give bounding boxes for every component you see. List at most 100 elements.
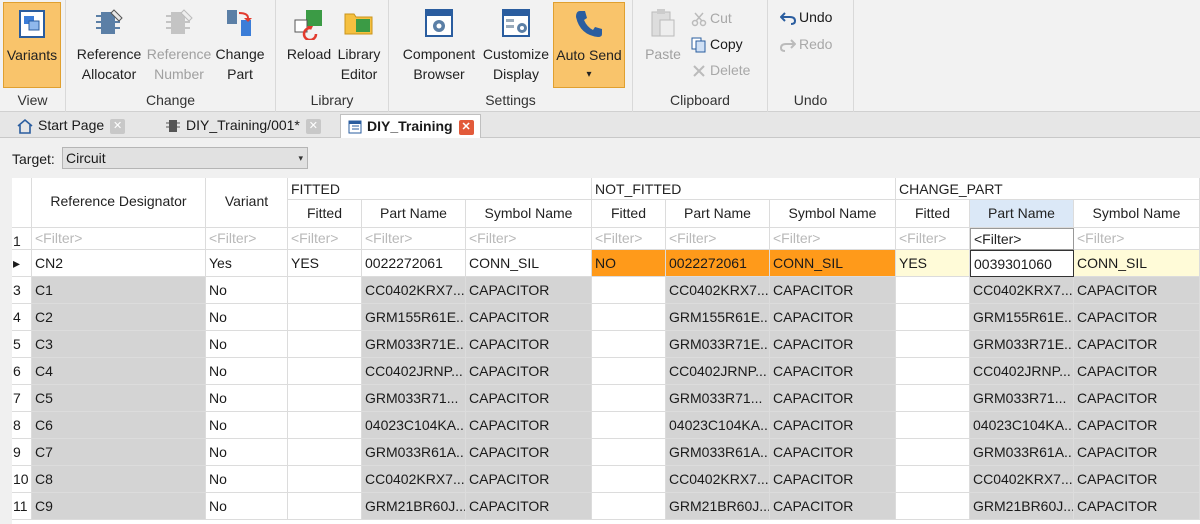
grid-cell[interactable]: CC0402JRNP... <box>666 358 770 385</box>
grid-cell[interactable]: YES <box>896 250 970 277</box>
grid-cell[interactable]: CAPACITOR <box>770 493 896 520</box>
grid-cell[interactable] <box>592 277 666 304</box>
grid-cell[interactable]: C2 <box>32 304 206 331</box>
col-header-fitted[interactable]: Fitted <box>288 200 362 228</box>
grid-cell[interactable] <box>896 439 970 466</box>
grid-cell[interactable]: C9 <box>32 493 206 520</box>
grid-cell[interactable]: CAPACITOR <box>466 493 592 520</box>
grid-cell[interactable]: CAPACITOR <box>770 358 896 385</box>
auto-send-button[interactable]: Auto Send ▾ <box>553 2 625 88</box>
grid-cell[interactable] <box>288 358 362 385</box>
grid-cell[interactable]: GRM033R61A... <box>666 439 770 466</box>
grid-cell[interactable]: CC0402KRX7... <box>362 277 466 304</box>
grid-cell[interactable]: C3 <box>32 331 206 358</box>
grid-cell[interactable]: GRM033R71E... <box>970 331 1074 358</box>
grid-cell[interactable]: Yes <box>206 250 288 277</box>
grid-cell[interactable] <box>592 493 666 520</box>
filter-cell[interactable]: <Filter> <box>362 228 466 250</box>
grid-cell[interactable]: CC0402JRNP... <box>362 358 466 385</box>
grid-cell[interactable]: GRM033R71... <box>970 385 1074 412</box>
grid-cell[interactable]: C8 <box>32 466 206 493</box>
grid-cell[interactable]: C5 <box>32 385 206 412</box>
grid-cell[interactable]: GRM033R61A... <box>970 439 1074 466</box>
grid-cell[interactable]: CAPACITOR <box>1074 304 1200 331</box>
grid-cell[interactable]: No <box>206 385 288 412</box>
grid-cell[interactable]: CAPACITOR <box>770 412 896 439</box>
grid-cell[interactable] <box>896 358 970 385</box>
grid-cell[interactable] <box>592 466 666 493</box>
tab-start-page[interactable]: Start Page ✕ <box>10 114 131 138</box>
grid-cell[interactable]: 0022272061 <box>362 250 466 277</box>
grid-cell[interactable] <box>288 331 362 358</box>
paste-button[interactable]: Paste <box>639 2 687 64</box>
grid-cell[interactable] <box>592 304 666 331</box>
grid-cell[interactable] <box>288 385 362 412</box>
grid-cell[interactable]: CC0402KRX7... <box>666 466 770 493</box>
cut-button[interactable]: Cut <box>691 6 732 30</box>
target-select[interactable]: Circuit ▾ <box>62 147 308 169</box>
grid-cell[interactable] <box>288 277 362 304</box>
grid-cell[interactable] <box>592 358 666 385</box>
component-browser-button[interactable]: Component Browser <box>397 2 481 84</box>
grid-cell[interactable]: GRM033R61A... <box>362 439 466 466</box>
grid-cell[interactable]: 04023C104KA... <box>970 412 1074 439</box>
grid-cell[interactable]: CC0402KRX7... <box>970 466 1074 493</box>
grid-cell[interactable]: 04023C104KA... <box>666 412 770 439</box>
grid-cell[interactable]: CAPACITOR <box>1074 493 1200 520</box>
grid-cell[interactable] <box>592 412 666 439</box>
col-header-part-name[interactable]: Part Name <box>970 200 1074 228</box>
grid-cell[interactable] <box>896 412 970 439</box>
grid-cell[interactable]: CAPACITOR <box>466 331 592 358</box>
grid-cell[interactable]: CONN_SIL <box>466 250 592 277</box>
col-header-part-name[interactable]: Part Name <box>362 200 466 228</box>
grid-cell[interactable]: No <box>206 304 288 331</box>
filter-cell[interactable]: <Filter> <box>666 228 770 250</box>
grid-cell[interactable]: CAPACITOR <box>1074 412 1200 439</box>
grid-cell[interactable]: GRM155R61E... <box>970 304 1074 331</box>
grid-cell[interactable]: CAPACITOR <box>770 304 896 331</box>
grid-cell[interactable]: 0039301060 <box>970 250 1074 277</box>
close-icon[interactable]: ✕ <box>458 119 474 135</box>
change-part-button[interactable]: Change Part <box>212 2 268 84</box>
library-editor-button[interactable]: Library Editor <box>334 2 384 84</box>
grid-cell[interactable]: No <box>206 358 288 385</box>
grid-cell[interactable]: GRM21BR60J... <box>970 493 1074 520</box>
grid-cell[interactable]: CAPACITOR <box>466 466 592 493</box>
grid-cell[interactable]: No <box>206 331 288 358</box>
grid-cell[interactable]: GRM155R61E... <box>362 304 466 331</box>
grid-cell[interactable] <box>288 412 362 439</box>
grid-cell[interactable]: 0022272061 <box>666 250 770 277</box>
reference-number-button[interactable]: Reference Number <box>146 2 212 84</box>
filter-cell[interactable]: <Filter> <box>288 228 362 250</box>
delete-button[interactable]: Delete <box>691 58 750 82</box>
grid-cell[interactable]: GRM21BR60J... <box>666 493 770 520</box>
grid-cell[interactable] <box>896 304 970 331</box>
grid-cell[interactable]: C4 <box>32 358 206 385</box>
tab-diy-training-001[interactable]: DIY_Training/001* ✕ <box>158 114 327 138</box>
close-icon[interactable]: ✕ <box>110 118 126 134</box>
reference-allocator-button[interactable]: Reference Allocator <box>76 2 142 84</box>
grid-cell[interactable]: CAPACITOR <box>770 277 896 304</box>
grid-cell[interactable]: No <box>206 466 288 493</box>
filter-cell[interactable]: <Filter> <box>770 228 896 250</box>
grid-cell[interactable]: CONN_SIL <box>1074 250 1200 277</box>
undo-button[interactable]: Undo <box>779 5 832 29</box>
filter-cell[interactable]: <Filter> <box>32 228 206 250</box>
grid-cell[interactable]: No <box>206 439 288 466</box>
grid-cell[interactable]: CAPACITOR <box>466 412 592 439</box>
grid-cell[interactable]: CC0402KRX7... <box>666 277 770 304</box>
grid-cell[interactable]: CAPACITOR <box>1074 466 1200 493</box>
grid-cell[interactable]: GRM21BR60J... <box>362 493 466 520</box>
grid-cell[interactable]: CAPACITOR <box>466 439 592 466</box>
grid-cell[interactable]: CC0402KRX7... <box>970 277 1074 304</box>
col-header-fitted[interactable]: Fitted <box>896 200 970 228</box>
grid-cell[interactable]: CAPACITOR <box>770 466 896 493</box>
grid-cell[interactable]: GRM033R71... <box>666 385 770 412</box>
grid-cell[interactable] <box>896 331 970 358</box>
close-icon[interactable]: ✕ <box>305 118 321 134</box>
grid-cell[interactable]: C7 <box>32 439 206 466</box>
grid-cell[interactable] <box>288 439 362 466</box>
grid-cell[interactable]: CAPACITOR <box>1074 439 1200 466</box>
grid-cell[interactable] <box>288 466 362 493</box>
auto-send-dropdown-icon[interactable]: ▾ <box>554 65 624 85</box>
